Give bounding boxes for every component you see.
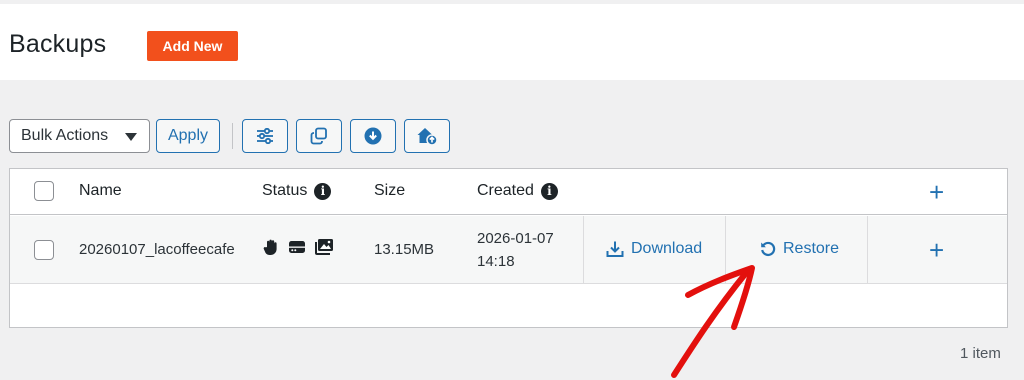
page-title: Backups [9, 30, 107, 58]
column-header-created[interactable]: Created i [477, 182, 558, 200]
download-button[interactable] [350, 119, 396, 153]
backup-name: 20260107_lacoffeecafe [79, 241, 235, 258]
created-date: 2026-01-07 [477, 230, 554, 247]
download-circle-icon [364, 127, 382, 145]
column-header-size[interactable]: Size [374, 182, 405, 200]
drive-icon [289, 241, 305, 253]
restore-label: Restore [783, 240, 840, 257]
items-count: 1 item [960, 345, 1001, 362]
restore-link[interactable]: Restore [760, 240, 839, 258]
apply-button[interactable]: Apply [156, 119, 220, 153]
row-checkbox[interactable] [34, 240, 54, 260]
annotation-arrow [671, 265, 755, 378]
column-status-label: Status [262, 182, 308, 199]
column-header-name[interactable]: Name [79, 182, 122, 200]
sliders-icon [257, 128, 273, 144]
column-header-status: Status i [262, 182, 332, 200]
hand-icon [263, 239, 277, 255]
page-header: Backups Add New [0, 4, 1024, 80]
info-icon[interactable]: i [314, 182, 332, 200]
bulk-actions-label: Bulk Actions [21, 127, 109, 144]
select-all-checkbox[interactable] [34, 181, 54, 201]
copy-icon [310, 127, 327, 145]
column-name-label: Name [79, 182, 122, 199]
home-upload-icon [417, 128, 438, 146]
table-header: Name Status i Size Created i + [10, 169, 1007, 215]
download-icon [606, 241, 624, 257]
images-icon [315, 239, 333, 255]
status-icons [262, 238, 334, 256]
backup-size: 13.15MB [374, 241, 435, 258]
add-new-button[interactable]: Add New [147, 31, 238, 61]
column-size-label: Size [374, 182, 406, 199]
created-time: 14:18 [477, 253, 515, 270]
cell-divider [583, 216, 584, 283]
upload-home-button[interactable] [404, 119, 450, 153]
filter-settings-button[interactable] [242, 119, 288, 153]
backups-table: Name Status i Size Created i + 20260107_… [9, 168, 1008, 328]
info-icon[interactable]: i [540, 182, 558, 200]
plus-icon[interactable]: + [929, 179, 944, 205]
cell-divider [867, 216, 868, 283]
copy-button[interactable] [296, 119, 342, 153]
column-created-label: Created [477, 182, 534, 199]
bulk-actions-select[interactable]: Bulk Actions [9, 119, 150, 153]
table-row: 20260107_lacoffeecafe 13.15MB 2026-01-07… [10, 216, 1007, 284]
plus-icon[interactable]: + [929, 237, 944, 263]
toolbar-divider [232, 123, 233, 149]
caret-down-icon [125, 133, 137, 141]
